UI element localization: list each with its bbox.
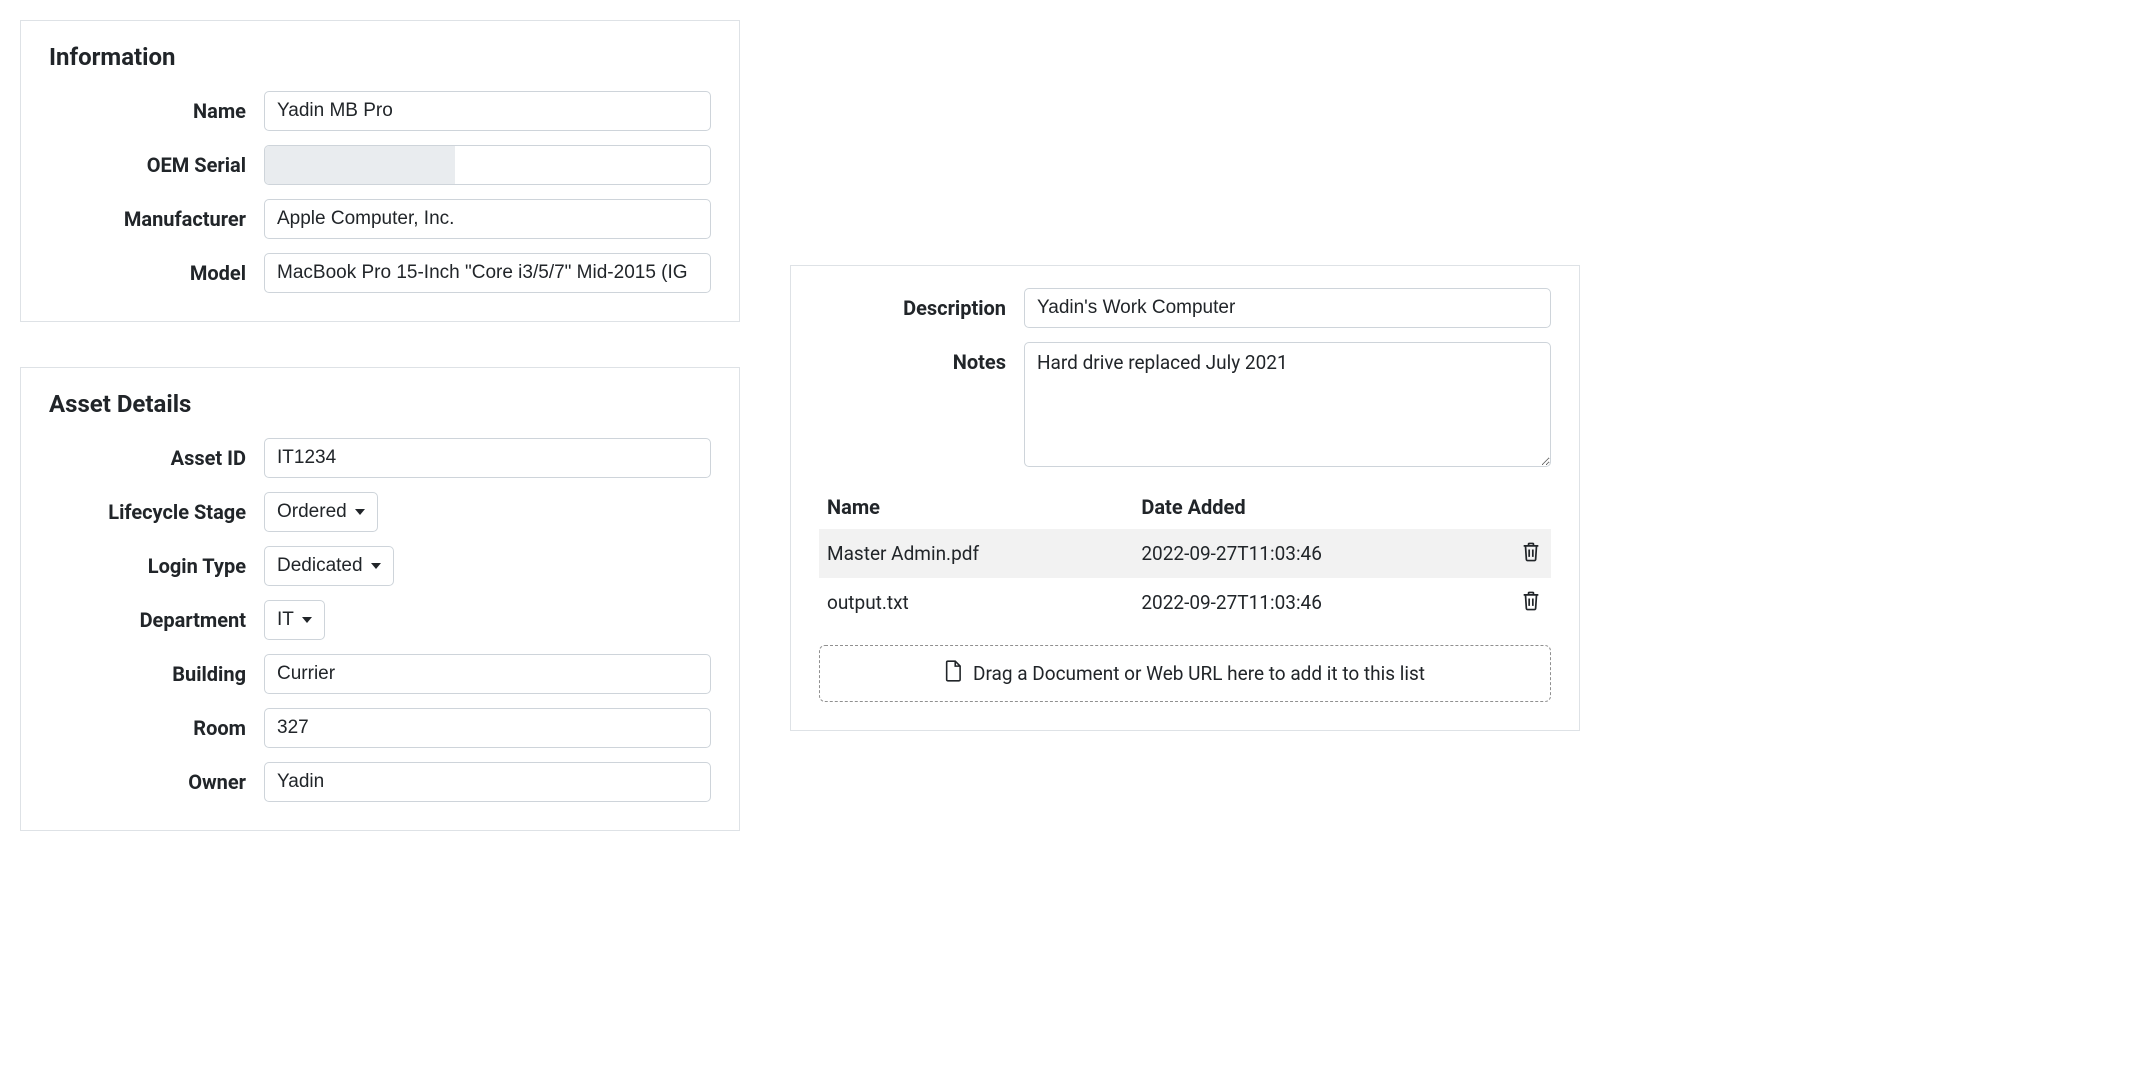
manufacturer-label: Manufacturer — [49, 207, 264, 231]
documents-table: Name Date Added Master Admin.pdf 2022-09… — [819, 485, 1551, 627]
table-header-name: Name — [819, 485, 1133, 529]
documents-panel: Description Notes Name Date Added M — [790, 265, 1580, 731]
oem-serial-row: OEM Serial — [49, 145, 711, 185]
trash-icon — [1521, 590, 1541, 612]
department-row: Department IT — [49, 600, 711, 640]
owner-row: Owner — [49, 762, 711, 802]
description-label: Description — [819, 296, 1024, 320]
asset-id-label: Asset ID — [49, 446, 264, 470]
lifecycle-row: Lifecycle Stage Ordered — [49, 492, 711, 532]
oem-serial-label: OEM Serial — [49, 153, 264, 177]
building-input[interactable] — [264, 654, 711, 694]
delete-button[interactable] — [1519, 539, 1543, 568]
caret-down-icon — [302, 617, 312, 623]
information-title: Information — [49, 43, 711, 71]
file-name: output.txt — [819, 578, 1133, 627]
document-icon — [945, 660, 963, 687]
owner-input[interactable] — [264, 762, 711, 802]
lifecycle-label: Lifecycle Stage — [49, 500, 264, 524]
model-row: Model — [49, 253, 711, 293]
name-input[interactable] — [264, 91, 711, 131]
dropzone[interactable]: Drag a Document or Web URL here to add i… — [819, 645, 1551, 702]
description-input[interactable] — [1024, 288, 1551, 328]
file-name: Master Admin.pdf — [819, 529, 1133, 578]
department-label: Department — [49, 608, 264, 632]
information-panel: Information Name OEM Serial Manufacturer… — [20, 20, 740, 322]
notes-textarea[interactable] — [1024, 342, 1551, 467]
login-type-row: Login Type Dedicated — [49, 546, 711, 586]
trash-icon — [1521, 541, 1541, 563]
table-row: Master Admin.pdf 2022-09-27T11:03:46 — [819, 529, 1551, 578]
description-row: Description — [819, 288, 1551, 328]
model-label: Model — [49, 261, 264, 285]
table-row: output.txt 2022-09-27T11:03:46 — [819, 578, 1551, 627]
manufacturer-input[interactable] — [264, 199, 711, 239]
caret-down-icon — [371, 563, 381, 569]
table-header-date: Date Added — [1133, 485, 1501, 529]
dropzone-text: Drag a Document or Web URL here to add i… — [973, 662, 1425, 685]
lifecycle-dropdown[interactable]: Ordered — [264, 492, 378, 532]
asset-details-panel: Asset Details Asset ID Lifecycle Stage O… — [20, 367, 740, 831]
owner-label: Owner — [49, 770, 264, 794]
delete-button[interactable] — [1519, 588, 1543, 617]
name-label: Name — [49, 99, 264, 123]
notes-label: Notes — [819, 342, 1024, 374]
room-input[interactable] — [264, 708, 711, 748]
building-row: Building — [49, 654, 711, 694]
oem-serial-redacted — [265, 146, 455, 184]
oem-serial-input[interactable] — [264, 145, 711, 185]
login-type-label: Login Type — [49, 554, 264, 578]
building-label: Building — [49, 662, 264, 686]
table-header-actions — [1501, 485, 1551, 529]
lifecycle-value: Ordered — [277, 501, 347, 523]
asset-id-input[interactable] — [264, 438, 711, 478]
manufacturer-row: Manufacturer — [49, 199, 711, 239]
department-value: IT — [277, 609, 294, 631]
name-row: Name — [49, 91, 711, 131]
asset-id-row: Asset ID — [49, 438, 711, 478]
room-label: Room — [49, 716, 264, 740]
model-input[interactable] — [264, 253, 711, 293]
login-type-value: Dedicated — [277, 555, 363, 577]
file-date: 2022-09-27T11:03:46 — [1133, 529, 1501, 578]
caret-down-icon — [355, 509, 365, 515]
file-date: 2022-09-27T11:03:46 — [1133, 578, 1501, 627]
login-type-dropdown[interactable]: Dedicated — [264, 546, 394, 586]
asset-details-title: Asset Details — [49, 390, 711, 418]
department-dropdown[interactable]: IT — [264, 600, 325, 640]
notes-row: Notes — [819, 342, 1551, 467]
room-row: Room — [49, 708, 711, 748]
